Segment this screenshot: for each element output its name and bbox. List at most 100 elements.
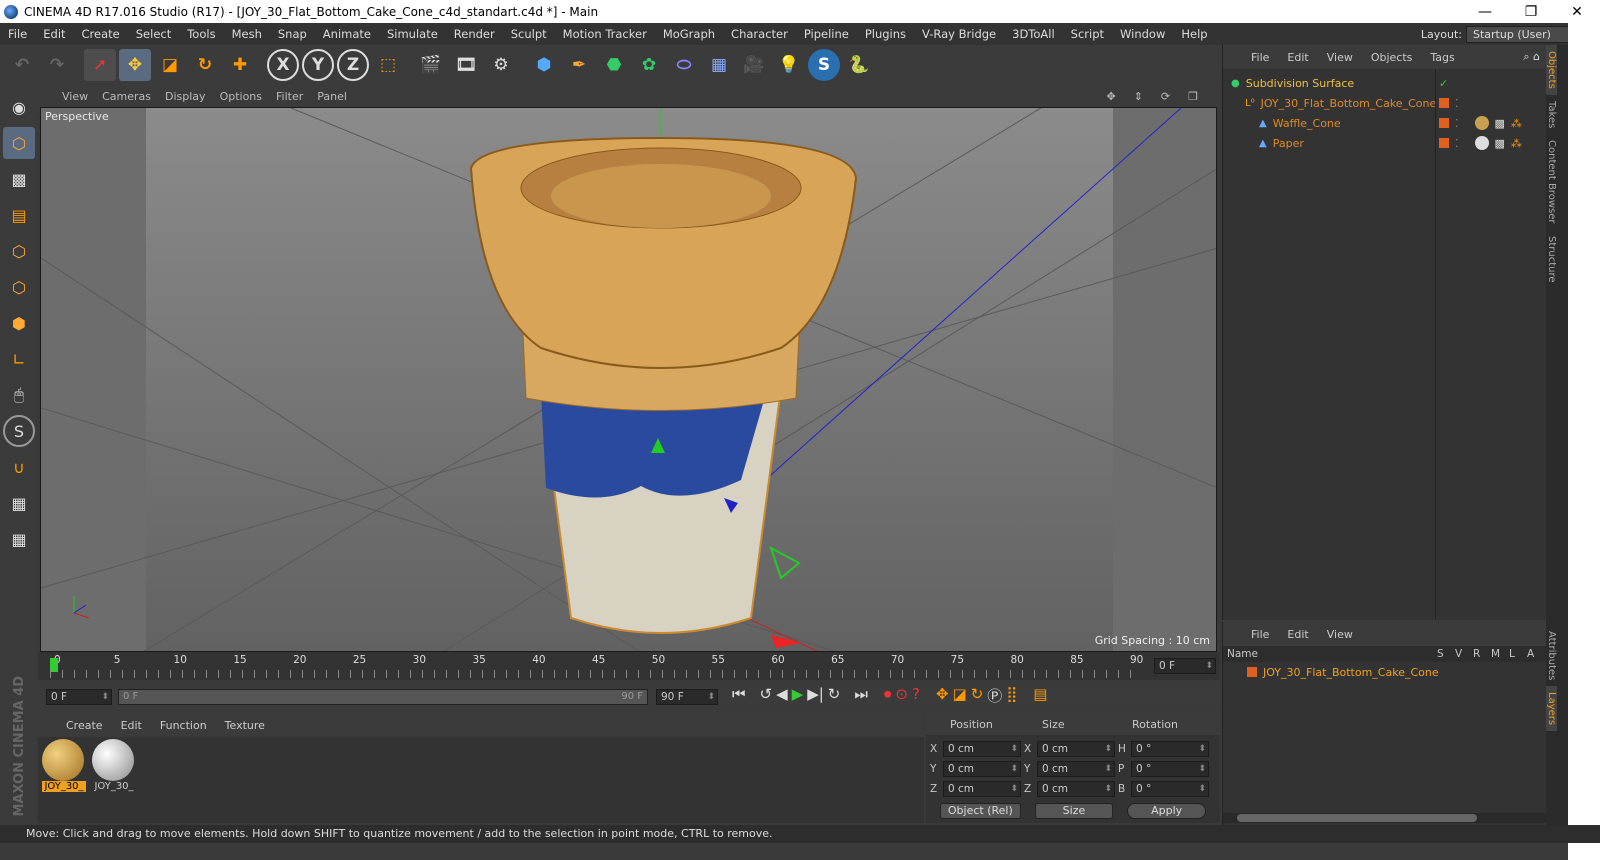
texture-tag-icon[interactable]: ▩ (1495, 117, 1505, 130)
rotate-view-icon[interactable]: ⟳ (1161, 90, 1170, 103)
size-field[interactable]: 0 cm (1037, 781, 1115, 797)
light-icon[interactable]: 💡 (773, 49, 805, 81)
close-button[interactable]: ✕ (1554, 4, 1600, 20)
array-mograph-icon[interactable]: ✿ (633, 49, 665, 81)
visibility-dots-icon[interactable]: ⁚ (1455, 137, 1459, 150)
menu-simulate[interactable]: Simulate (379, 27, 446, 41)
layer-color-swatch[interactable] (1247, 667, 1257, 677)
menu-motion-tracker[interactable]: Motion Tracker (555, 27, 655, 41)
menu-mograph[interactable]: MoGraph (655, 27, 723, 41)
x-axis-lock-icon[interactable]: X (267, 49, 299, 81)
deformer-icon[interactable]: ⬭ (668, 49, 700, 81)
visibility-dots-icon[interactable]: ⁚ (1455, 97, 1459, 110)
object-row[interactable]: ▲ Waffle_Cone ⁚ ▩ ⁂ (1223, 113, 1546, 133)
workplane-icon[interactable]: ▤ (3, 199, 35, 231)
tab-layers[interactable]: Layers (1546, 686, 1557, 732)
vray-icon[interactable]: S (808, 49, 840, 81)
soft-selection-icon[interactable]: ▦ (3, 523, 35, 555)
layer-horizontal-scrollbar[interactable] (1223, 813, 1547, 823)
objmgr-menu-file[interactable]: File (1251, 51, 1269, 64)
tweak-icon[interactable]: 🖱 (3, 379, 35, 411)
object-flags[interactable]: ✓ (1439, 77, 1448, 90)
select-live-icon[interactable]: ➚ (84, 49, 116, 81)
render-picture-viewer-icon[interactable]: 🎞 (450, 49, 482, 81)
current-frame-field[interactable]: 0 F (1154, 658, 1216, 674)
object-row[interactable]: ▲ Paper ⁚ ▩ ⁂ (1223, 133, 1546, 153)
next-key-icon[interactable]: ↻ (828, 685, 841, 706)
next-frame-icon[interactable]: ▶| (807, 685, 824, 706)
go-to-start-icon[interactable]: ⏮ (732, 685, 746, 706)
render-view-icon[interactable]: 🎬 (415, 49, 447, 81)
visibility-dots-icon[interactable]: ⁚ (1455, 117, 1459, 130)
objmgr-menu-tags[interactable]: Tags (1430, 51, 1454, 64)
menu-window[interactable]: Window (1112, 27, 1173, 41)
render-settings-icon[interactable]: ⚙ (485, 49, 517, 81)
key-position-icon[interactable]: ✥ (936, 685, 949, 706)
z-axis-lock-icon[interactable]: Z (337, 49, 369, 81)
magnet-icon[interactable]: ∪ (3, 451, 35, 483)
tab-attributes[interactable]: Attributes (1546, 625, 1557, 686)
rotation-field[interactable]: 0 ° (1131, 781, 1209, 797)
axis-icon[interactable]: ∟ (3, 343, 35, 375)
menu-snap[interactable]: Snap (270, 27, 315, 41)
size-mode-select[interactable]: Size (1034, 803, 1114, 819)
layer-swatch[interactable] (1439, 138, 1449, 148)
apply-button[interactable]: Apply (1127, 803, 1206, 819)
material-tag-icon[interactable] (1474, 136, 1489, 150)
material-menu-texture[interactable]: Texture (225, 719, 265, 732)
menu-help[interactable]: Help (1173, 27, 1215, 41)
viewport-menu-cameras[interactable]: Cameras (102, 90, 151, 103)
coordinate-system-icon[interactable]: ⬚ (372, 49, 404, 81)
object-row[interactable]: L⁰ JOY_30_Flat_Bottom_Cake_Cone ⁚ (1223, 93, 1546, 113)
position-field[interactable]: 0 cm (943, 741, 1021, 757)
rotation-field[interactable]: 0 ° (1131, 761, 1209, 777)
uvw-tag-icon[interactable]: ⁂ (1511, 137, 1522, 150)
objmgr-search-icon[interactable]: ⌕ ⌂ (1523, 50, 1540, 64)
grid-lock-icon[interactable]: ▦ (3, 487, 35, 519)
material-menu-edit[interactable]: Edit (121, 719, 142, 732)
viewport-menu-view[interactable]: View (62, 90, 88, 103)
menu-animate[interactable]: Animate (315, 27, 379, 41)
keyframe-selection-icon[interactable]: ? (912, 685, 920, 706)
menu-character[interactable]: Character (723, 27, 796, 41)
y-axis-lock-icon[interactable]: Y (302, 49, 334, 81)
texture-tag-icon[interactable]: ▩ (1495, 137, 1505, 150)
points-mode-icon[interactable]: ⬡ (3, 235, 35, 267)
viewport-menu-panel[interactable]: Panel (317, 90, 347, 103)
minimize-button[interactable]: — (1462, 4, 1508, 20)
python-icon[interactable]: 🐍 (843, 49, 875, 81)
objmgr-menu-view[interactable]: View (1327, 51, 1353, 64)
tab-structure[interactable]: Structure (1546, 230, 1557, 289)
layermgr-menu-view[interactable]: View (1327, 628, 1353, 641)
menu-render[interactable]: Render (446, 27, 503, 41)
redo-icon[interactable]: ↷ (41, 49, 73, 81)
size-field[interactable]: 0 cm (1037, 761, 1115, 777)
edges-mode-icon[interactable]: ⬡ (3, 271, 35, 303)
menu-plugins[interactable]: Plugins (857, 27, 914, 41)
tab-takes[interactable]: Takes (1546, 95, 1557, 134)
maximize-view-icon[interactable]: ❐ (1188, 90, 1198, 103)
pen-spline-icon[interactable]: ✒ (563, 49, 595, 81)
rotation-field[interactable]: 0 ° (1131, 741, 1209, 757)
go-to-end-icon[interactable]: ⏭ (854, 685, 868, 706)
menu-v-ray-bridge[interactable]: V-Ray Bridge (914, 27, 1004, 41)
object-flags[interactable]: ⁚ (1439, 97, 1459, 110)
menu-edit[interactable]: Edit (35, 27, 73, 41)
frame-range-slider[interactable]: 0 F 90 F (118, 689, 648, 705)
move-icon[interactable]: ✥ (119, 49, 151, 81)
enable-check-icon[interactable]: ✓ (1439, 77, 1448, 90)
objmgr-menu-edit[interactable]: Edit (1287, 51, 1308, 64)
model-mode-icon[interactable]: ⬡ (3, 127, 35, 159)
previous-frame-icon[interactable]: ◀ (776, 685, 788, 706)
end-frame-field[interactable]: 90 F (656, 689, 718, 705)
object-row[interactable]: ● Subdivision Surface ✓ (1223, 73, 1546, 93)
coordinate-mode-select[interactable]: Object (Rel) (940, 803, 1021, 819)
start-frame-field[interactable]: 0 F (46, 689, 112, 705)
rotate-icon[interactable]: ↻ (189, 49, 221, 81)
move-view-icon[interactable]: ✥ (1106, 90, 1115, 103)
scale-icon[interactable]: ◪ (154, 49, 186, 81)
viewport-menu-options[interactable]: Options (220, 90, 262, 103)
key-rotation-icon[interactable]: ↻ (971, 685, 984, 706)
viewport-menu-display[interactable]: Display (165, 90, 206, 103)
menu-sculpt[interactable]: Sculpt (503, 27, 555, 41)
